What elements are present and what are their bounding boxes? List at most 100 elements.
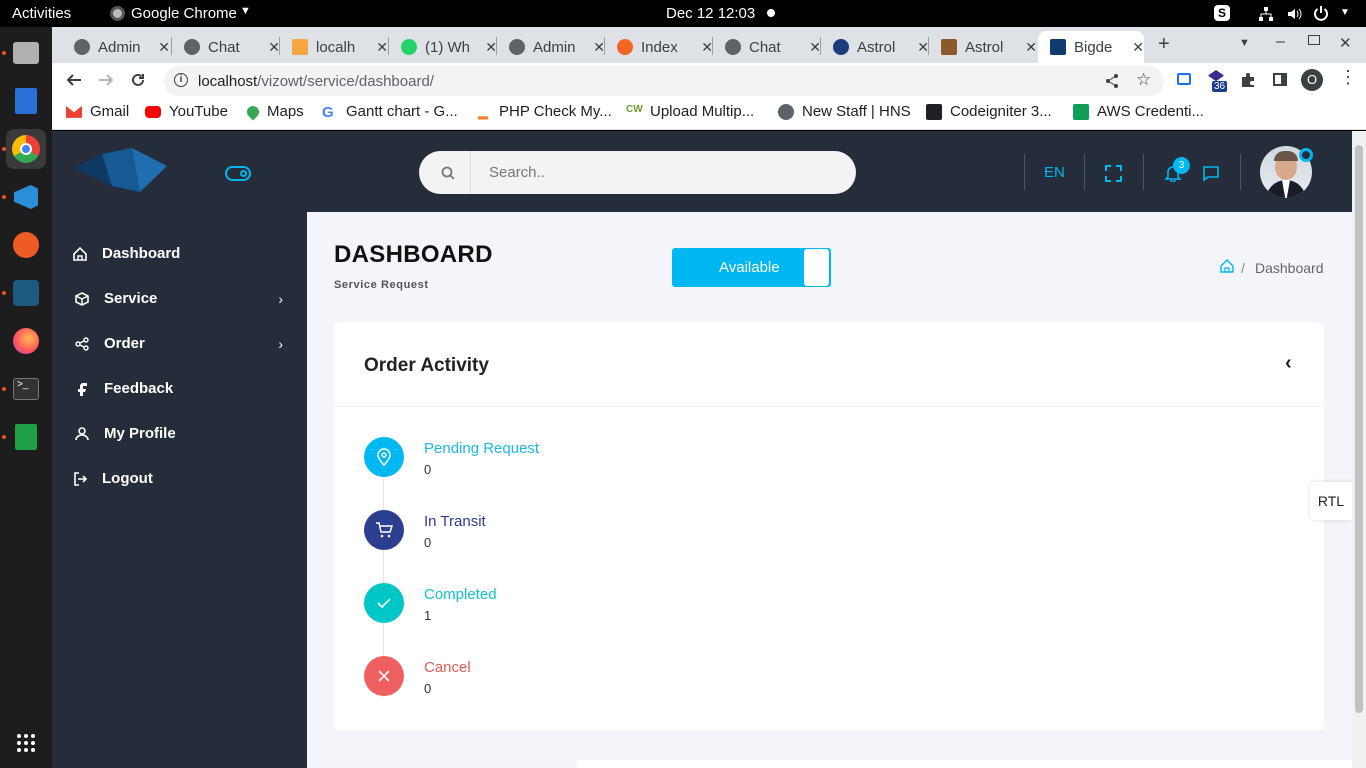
activity-completed[interactable]: Completed 1	[364, 583, 964, 623]
tab-favicon-icon	[74, 39, 90, 55]
tab-favicon-icon	[184, 39, 200, 55]
browser-tab[interactable]: Admin ✕	[497, 31, 605, 63]
bookmark-php[interactable]: PHP Check My...	[475, 103, 612, 120]
chat-icon[interactable]	[1202, 165, 1220, 182]
activity-pending-request[interactable]: Pending Request 0	[364, 437, 964, 477]
address-bar[interactable]: i localhost/vizowt/service/dashboard/ ☆	[164, 66, 1164, 96]
card-title: Order Activity	[364, 355, 489, 376]
activity-cancel[interactable]: Cancel 0	[364, 656, 964, 696]
sidebar-toggle-icon[interactable]	[225, 166, 251, 181]
tab-favicon-icon	[401, 39, 417, 55]
browser-tab[interactable]: Chat ✕	[713, 31, 821, 63]
sidebar-item-order[interactable]: Order ›	[74, 335, 289, 352]
side-panel-icon[interactable]	[1273, 73, 1287, 86]
brand-logo[interactable]	[72, 146, 176, 196]
browser-tab[interactable]: Astrol ✕	[929, 31, 1037, 63]
bookmark-codeigniter[interactable]: Codeigniter 3...	[926, 103, 1052, 120]
page-title: DASHBOARD	[334, 241, 493, 268]
forward-arrow-icon[interactable]	[98, 72, 114, 88]
breadcrumb-home-icon[interactable]	[1220, 259, 1234, 273]
sidebar-item-my-profile[interactable]: My Profile	[74, 425, 289, 442]
chrome-dock-icon[interactable]	[6, 129, 46, 169]
bookmark-label: Codeigniter 3...	[950, 103, 1052, 120]
bookmark-staff[interactable]: New Staff | HNS	[778, 103, 911, 120]
minimize-window-button[interactable]: –	[1276, 33, 1285, 51]
feedback-icon	[74, 381, 90, 397]
chrome-menu-icon[interactable]: ⋮	[1339, 68, 1357, 86]
cart-icon	[364, 510, 404, 550]
scrollbar-thumb[interactable]	[1355, 145, 1363, 713]
bookmark-aws[interactable]: AWS Credenti...	[1073, 103, 1204, 120]
profile-avatar[interactable]: O	[1301, 69, 1323, 91]
bookmark-maps[interactable]: Maps	[244, 103, 304, 120]
browser-tab[interactable]: Chat ✕	[172, 31, 280, 63]
tab-title: (1) Wh	[425, 38, 470, 56]
activity-in-transit[interactable]: In Transit 0	[364, 510, 964, 550]
tab-favicon-icon	[725, 39, 741, 55]
tab-close-icon[interactable]: ✕	[1132, 39, 1144, 56]
bookmark-star-icon[interactable]: ☆	[1136, 70, 1151, 90]
bookmark-upload[interactable]: CW Upload Multip...	[626, 103, 754, 120]
back-arrow-icon[interactable]	[66, 72, 82, 88]
extensions-puzzle-icon[interactable]	[1240, 72, 1256, 88]
rtl-toggle-button[interactable]: RTL	[1310, 482, 1352, 520]
browser-tab-active[interactable]: Bigde ✕	[1038, 31, 1144, 63]
bookmark-youtube[interactable]: YouTube	[145, 103, 228, 120]
search-input[interactable]: Search..	[489, 164, 545, 181]
language-switcher[interactable]: EN	[1044, 164, 1065, 181]
text-editor-icon[interactable]	[6, 81, 46, 121]
gmail-icon	[66, 105, 82, 118]
activity-count: 0	[424, 681, 432, 696]
share-icon	[74, 336, 90, 352]
browser-tab[interactable]: Admin ✕	[62, 31, 170, 63]
page-scrollbar[interactable]	[1352, 131, 1366, 768]
postman-icon[interactable]	[6, 225, 46, 265]
browser-tab[interactable]: (1) Wh ✕	[389, 31, 497, 63]
sidebar-item-dashboard[interactable]: Dashboard	[72, 245, 287, 262]
app-menu-label[interactable]: Google Chrome	[131, 5, 237, 22]
bookmark-gmail[interactable]: Gmail	[66, 103, 129, 120]
sidebar-item-label: Dashboard	[102, 245, 181, 262]
firefox-icon[interactable]	[6, 321, 46, 361]
screencast-extension-icon[interactable]	[1177, 73, 1191, 85]
vscode-icon[interactable]	[6, 177, 46, 217]
browser-tab[interactable]: Index ✕	[605, 31, 713, 63]
browser-tab[interactable]: Astrol ✕	[821, 31, 929, 63]
site-info-icon[interactable]: i	[174, 73, 188, 87]
tab-close-icon[interactable]: ✕	[158, 39, 170, 56]
bookmark-gantt[interactable]: G Gantt chart - G...	[322, 103, 458, 121]
new-tab-button[interactable]: +	[1158, 33, 1170, 56]
tab-title: Index	[641, 38, 678, 56]
collapse-chevron-icon[interactable]: ‹	[1285, 352, 1292, 375]
show-apps-icon[interactable]	[6, 723, 46, 763]
sidebar-item-logout[interactable]: Logout	[72, 470, 287, 487]
spreadsheet-icon[interactable]	[6, 417, 46, 457]
tab-close-icon[interactable]: ✕	[376, 39, 388, 56]
close-window-button[interactable]: ✕	[1339, 34, 1352, 52]
fullscreen-icon[interactable]	[1105, 165, 1122, 182]
files-icon[interactable]	[6, 33, 46, 73]
reload-icon[interactable]	[130, 72, 146, 88]
chevron-down-icon[interactable]: ▼	[240, 5, 251, 17]
clock[interactable]: Dec 12 12:03	[666, 5, 755, 22]
share-icon[interactable]	[1104, 73, 1120, 89]
tab-title: Astrol	[857, 38, 896, 56]
system-menu-chevron-icon[interactable]: ▼	[1340, 7, 1350, 18]
restore-window-button[interactable]	[1308, 35, 1320, 45]
tab-title: Chat	[749, 38, 781, 56]
tab-search-chevron-icon[interactable]: ▼	[1239, 37, 1250, 49]
search-box[interactable]: Search..	[419, 151, 856, 194]
skype-tray-icon[interactable]: S	[1214, 5, 1230, 21]
terminal-icon[interactable]: >_	[6, 369, 46, 409]
activities-button[interactable]: Activities	[12, 5, 71, 22]
sidebar-item-service[interactable]: Service ›	[74, 290, 289, 307]
tab-close-icon[interactable]: ✕	[1025, 39, 1037, 56]
volume-icon[interactable]	[1286, 6, 1302, 22]
power-icon[interactable]	[1313, 5, 1329, 21]
availability-toggle[interactable]: Available	[672, 248, 831, 287]
network-icon[interactable]	[1258, 6, 1274, 22]
browser-tab[interactable]: localh ✕	[280, 31, 388, 63]
mysql-workbench-icon[interactable]	[6, 273, 46, 313]
chevron-right-icon: ›	[278, 290, 283, 307]
sidebar-item-feedback[interactable]: Feedback	[74, 380, 289, 397]
